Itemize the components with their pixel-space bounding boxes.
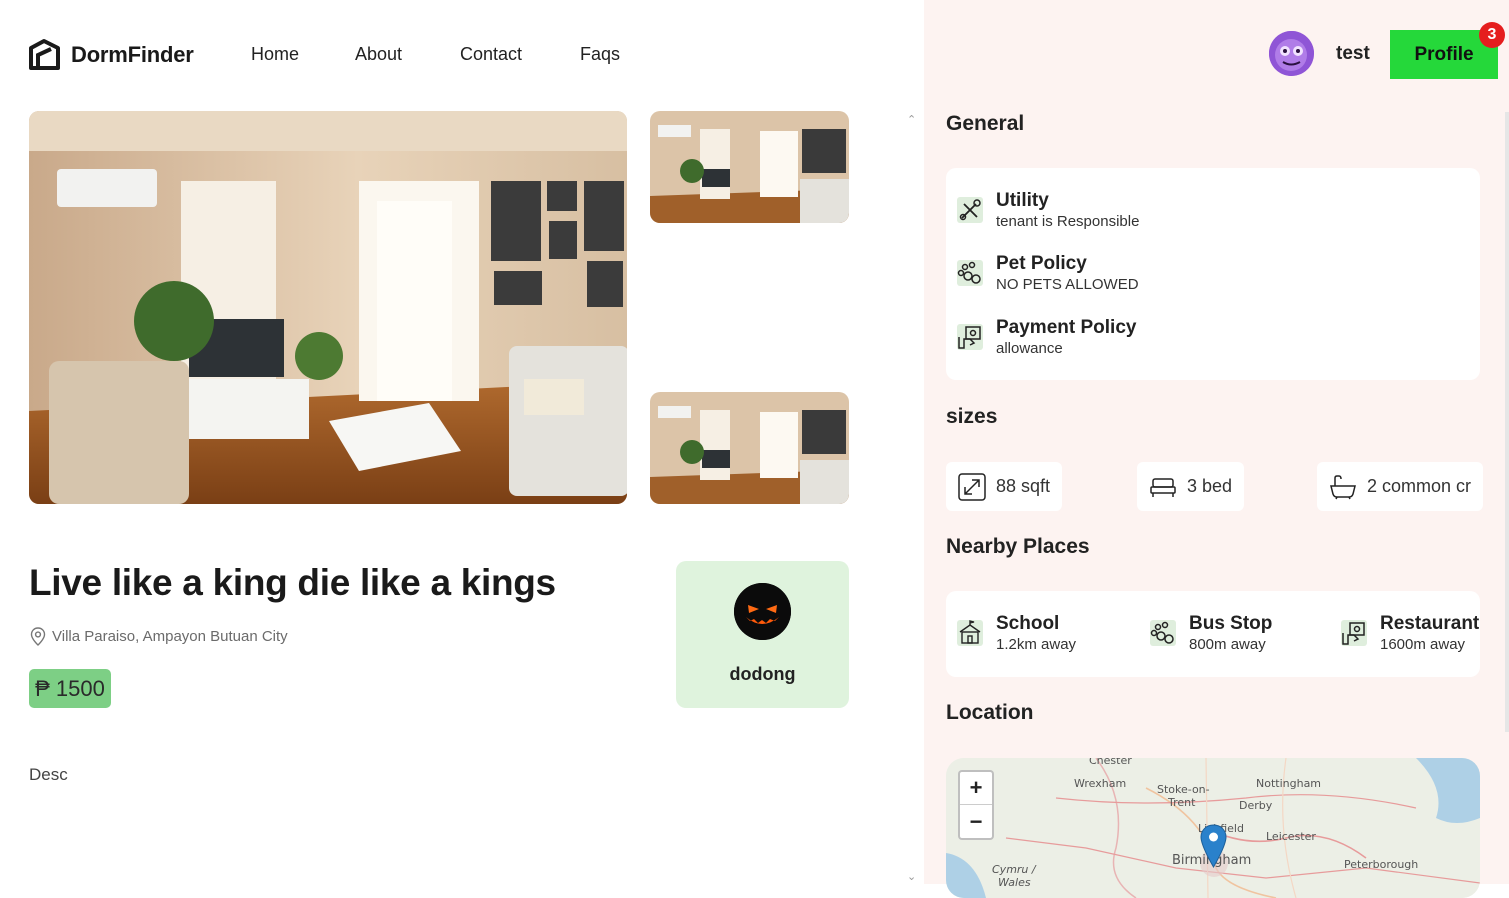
zoom-in-button[interactable]: +: [960, 772, 992, 805]
info-utility: Utility tenant is Responsible: [956, 190, 1139, 232]
owner-card[interactable]: dodong: [676, 561, 849, 708]
expand-icon: [958, 472, 986, 501]
map-marker-icon[interactable]: [1200, 824, 1227, 868]
general-card: Utility tenant is Responsible Pet Policy…: [946, 168, 1480, 380]
size-area: 88 sqft: [946, 462, 1063, 511]
location-heading: Location: [946, 701, 1034, 724]
notification-badge: 3: [1479, 22, 1505, 48]
sizes-heading: sizes: [946, 405, 998, 428]
brand-logo[interactable]: DormFinder: [28, 38, 194, 71]
utility-title: Utility: [996, 190, 1049, 211]
nav-contact[interactable]: Contact: [460, 44, 522, 65]
bed-icon: [1150, 477, 1176, 497]
map-zoom-control: + −: [958, 770, 994, 840]
size-area-label: 88 sqft: [996, 476, 1051, 496]
location-pin-icon: [30, 627, 46, 646]
payment-policy-title: Payment Policy: [996, 317, 1137, 338]
scroll-down-icon[interactable]: ⌄: [907, 870, 916, 883]
money-hand-icon: [956, 323, 984, 351]
scroll-up-icon[interactable]: ⌃: [907, 113, 916, 126]
dormfinder-logo-icon: [29, 39, 60, 70]
bus-stop-title: Bus Stop: [1189, 613, 1273, 634]
nearby-card: School 1.2km away Bus Stop 800m away Res…: [946, 591, 1480, 677]
tools-icon: [956, 196, 984, 224]
map-label-stoke: Stoke-on-: [1157, 783, 1210, 796]
restaurant-distance: 1600m away: [1380, 636, 1466, 653]
paw-icon: [956, 259, 984, 287]
school-icon: [956, 619, 984, 647]
thumbnail-photo-2[interactable]: [650, 392, 849, 504]
main-photo[interactable]: [29, 111, 627, 504]
map-label-derby: Derby: [1239, 799, 1273, 812]
panel-scrollbar[interactable]: [1505, 112, 1509, 732]
owner-name: dodong: [729, 664, 796, 684]
map-label-peterborough: Peterborough: [1344, 858, 1419, 871]
map-label-chester: Chester: [1089, 758, 1132, 767]
zoom-out-button[interactable]: −: [960, 805, 992, 838]
owner-avatar: [734, 583, 791, 640]
size-bed: 3 bed: [1137, 462, 1245, 511]
nearby-heading: Nearby Places: [946, 535, 1090, 558]
size-bathroom: 2 common cr: [1317, 462, 1484, 511]
nav-about[interactable]: About: [355, 44, 402, 65]
utility-value: tenant is Responsible: [996, 213, 1140, 230]
money-hand-icon: [1340, 619, 1368, 647]
map-label-nottingham: Nottingham: [1256, 777, 1322, 790]
pet-policy-value: NO PETS ALLOWED: [996, 276, 1139, 293]
restaurant-title: Restaurant: [1380, 613, 1480, 634]
info-pet-policy: Pet Policy NO PETS ALLOWED: [956, 253, 1139, 295]
map-label-trent: Trent: [1168, 796, 1196, 809]
nav-faqs[interactable]: Faqs: [580, 44, 620, 65]
general-heading: General: [946, 112, 1025, 135]
school-title: School: [996, 613, 1060, 634]
map-label-wrexham: Wrexham: [1074, 777, 1127, 790]
payment-policy-value: allowance: [996, 340, 1063, 357]
nearby-restaurant: Restaurant 1600m away: [1340, 613, 1479, 655]
brand-name: DormFinder: [71, 41, 194, 67]
bathtub-icon: [1330, 474, 1356, 499]
listing-title: Live like a king die like a kings: [29, 562, 556, 603]
main-content: DormFinder Home About Contact Faqs Live …: [0, 0, 924, 884]
user-avatar[interactable]: [1269, 31, 1314, 76]
bus-stop-distance: 800m away: [1189, 636, 1266, 653]
nearby-school: School 1.2km away: [956, 613, 1076, 655]
size-bed-label: 3 bed: [1187, 476, 1233, 496]
detail-panel: test Profile 3 General Utility tenant is…: [924, 0, 1509, 898]
address-text: Villa Paraiso, Ampayon Butuan City: [52, 628, 288, 645]
location-map[interactable]: Chester Wrexham Stoke-on- Trent Nottingh…: [946, 758, 1480, 898]
pet-policy-title: Pet Policy: [996, 253, 1087, 274]
info-payment-policy: Payment Policy allowance: [956, 317, 1136, 359]
size-bathroom-label: 2 common cr: [1367, 476, 1472, 496]
paw-icon: [1149, 619, 1177, 647]
listing-address: Villa Paraiso, Ampayon Butuan City: [30, 627, 288, 646]
nearby-bus-stop: Bus Stop 800m away: [1149, 613, 1272, 655]
listing-description: Desc: [29, 765, 68, 784]
nav-home[interactable]: Home: [251, 44, 299, 65]
price-badge: ₱ 1500: [29, 669, 111, 708]
map-label-wales: Wales: [998, 876, 1031, 889]
map-label-cymru: Cymru /: [992, 863, 1036, 876]
map-label-leicester: Leicester: [1266, 830, 1316, 843]
user-name: test: [1336, 43, 1370, 64]
thumbnail-photo-1[interactable]: [650, 111, 849, 223]
school-distance: 1.2km away: [996, 636, 1077, 653]
